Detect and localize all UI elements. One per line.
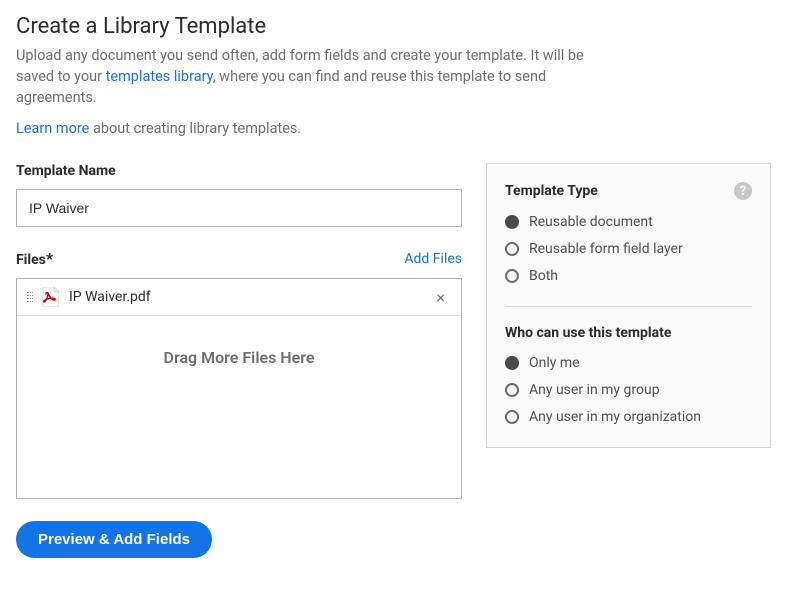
radio-only-me[interactable]: Only me [505, 355, 752, 371]
drag-handle-icon[interactable] [27, 292, 33, 302]
templates-library-link[interactable]: templates library [106, 68, 213, 85]
who-can-use-title: Who can use this template [505, 325, 671, 341]
radio-reusable-form-field-layer[interactable]: Reusable form field layer [505, 241, 752, 257]
pdf-icon [41, 287, 59, 307]
file-name: IP Waiver.pdf [69, 289, 432, 305]
learn-more-text: Learn more about creating library templa… [16, 120, 783, 137]
intro-text: Upload any document you send often, add … [16, 45, 596, 108]
radio-label: Reusable document [529, 214, 653, 230]
files-list: IP Waiver.pdf × Drag More Files Here [16, 278, 462, 499]
radio-label: Both [529, 268, 558, 284]
radio-icon [505, 356, 519, 370]
radio-icon [505, 242, 519, 256]
divider [505, 306, 752, 307]
radio-icon [505, 383, 519, 397]
learn-more-link[interactable]: Learn more [16, 120, 89, 137]
radio-label: Only me [529, 355, 580, 371]
who-can-use-group: Only me Any user in my group Any user in… [505, 355, 752, 425]
learn-more-post: about creating library templates. [89, 120, 301, 137]
template-type-title: Template Type [505, 183, 598, 199]
radio-any-user-org[interactable]: Any user in my organization [505, 409, 752, 425]
remove-file-icon[interactable]: × [432, 288, 449, 307]
template-name-label: Template Name [16, 163, 462, 179]
radio-label: Any user in my organization [529, 409, 701, 425]
page-title: Create a Library Template [16, 14, 783, 39]
radio-label: Reusable form field layer [529, 241, 683, 257]
template-type-group: Reusable document Reusable form field la… [505, 214, 752, 284]
radio-both[interactable]: Both [505, 268, 752, 284]
radio-icon [505, 269, 519, 283]
preview-add-fields-button[interactable]: Preview & Add Fields [16, 521, 212, 558]
radio-label: Any user in my group [529, 382, 660, 398]
template-name-input[interactable] [16, 189, 462, 227]
add-files-button[interactable]: Add Files [404, 251, 462, 267]
file-drop-zone[interactable]: Drag More Files Here [17, 316, 461, 498]
radio-any-user-group[interactable]: Any user in my group [505, 382, 752, 398]
files-label: Files* [16, 249, 53, 268]
radio-icon [505, 215, 519, 229]
help-icon[interactable]: ? [734, 182, 752, 200]
radio-icon [505, 410, 519, 424]
radio-reusable-document[interactable]: Reusable document [505, 214, 752, 230]
file-row[interactable]: IP Waiver.pdf × [17, 279, 461, 316]
